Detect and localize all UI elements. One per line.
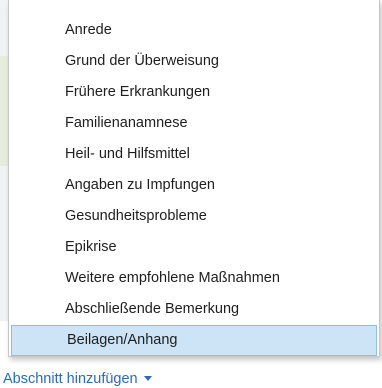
- add-section-link[interactable]: Abschnitt hinzufügen: [3, 371, 152, 387]
- menu-item-gesundheitsprobleme[interactable]: Gesundheitsprobleme: [9, 201, 379, 232]
- menu-item-heil-und-hilfsmittel[interactable]: Heil- und Hilfsmittel: [9, 139, 379, 170]
- screen: Anrede Grund der Überweisung Frühere Erk…: [0, 0, 382, 388]
- section-dropdown-menu: Anrede Grund der Überweisung Frühere Erk…: [8, 0, 380, 357]
- menu-item-familienanamnese[interactable]: Familienanamnese: [9, 108, 379, 139]
- menu-item-epikrise[interactable]: Epikrise: [9, 232, 379, 263]
- menu-item-abschliessende-bemerkung[interactable]: Abschließende Bemerkung: [9, 294, 379, 325]
- menu-item-weitere-empfohlene-massnahmen[interactable]: Weitere empfohlene Maßnahmen: [9, 263, 379, 294]
- menu-item-grund-der-ueberweisung[interactable]: Grund der Überweisung: [9, 46, 379, 77]
- menu-item-fruehere-erkrankungen[interactable]: Frühere Erkrankungen: [9, 77, 379, 108]
- caret-down-icon: [143, 375, 152, 381]
- add-section-label: Abschnitt hinzufügen: [3, 371, 138, 387]
- menu-item-anrede[interactable]: Anrede: [9, 15, 379, 46]
- menu-item-angaben-zu-impfungen[interactable]: Angaben zu Impfungen: [9, 170, 379, 201]
- menu-item-beilagen-anhang[interactable]: Beilagen/Anhang: [11, 325, 377, 356]
